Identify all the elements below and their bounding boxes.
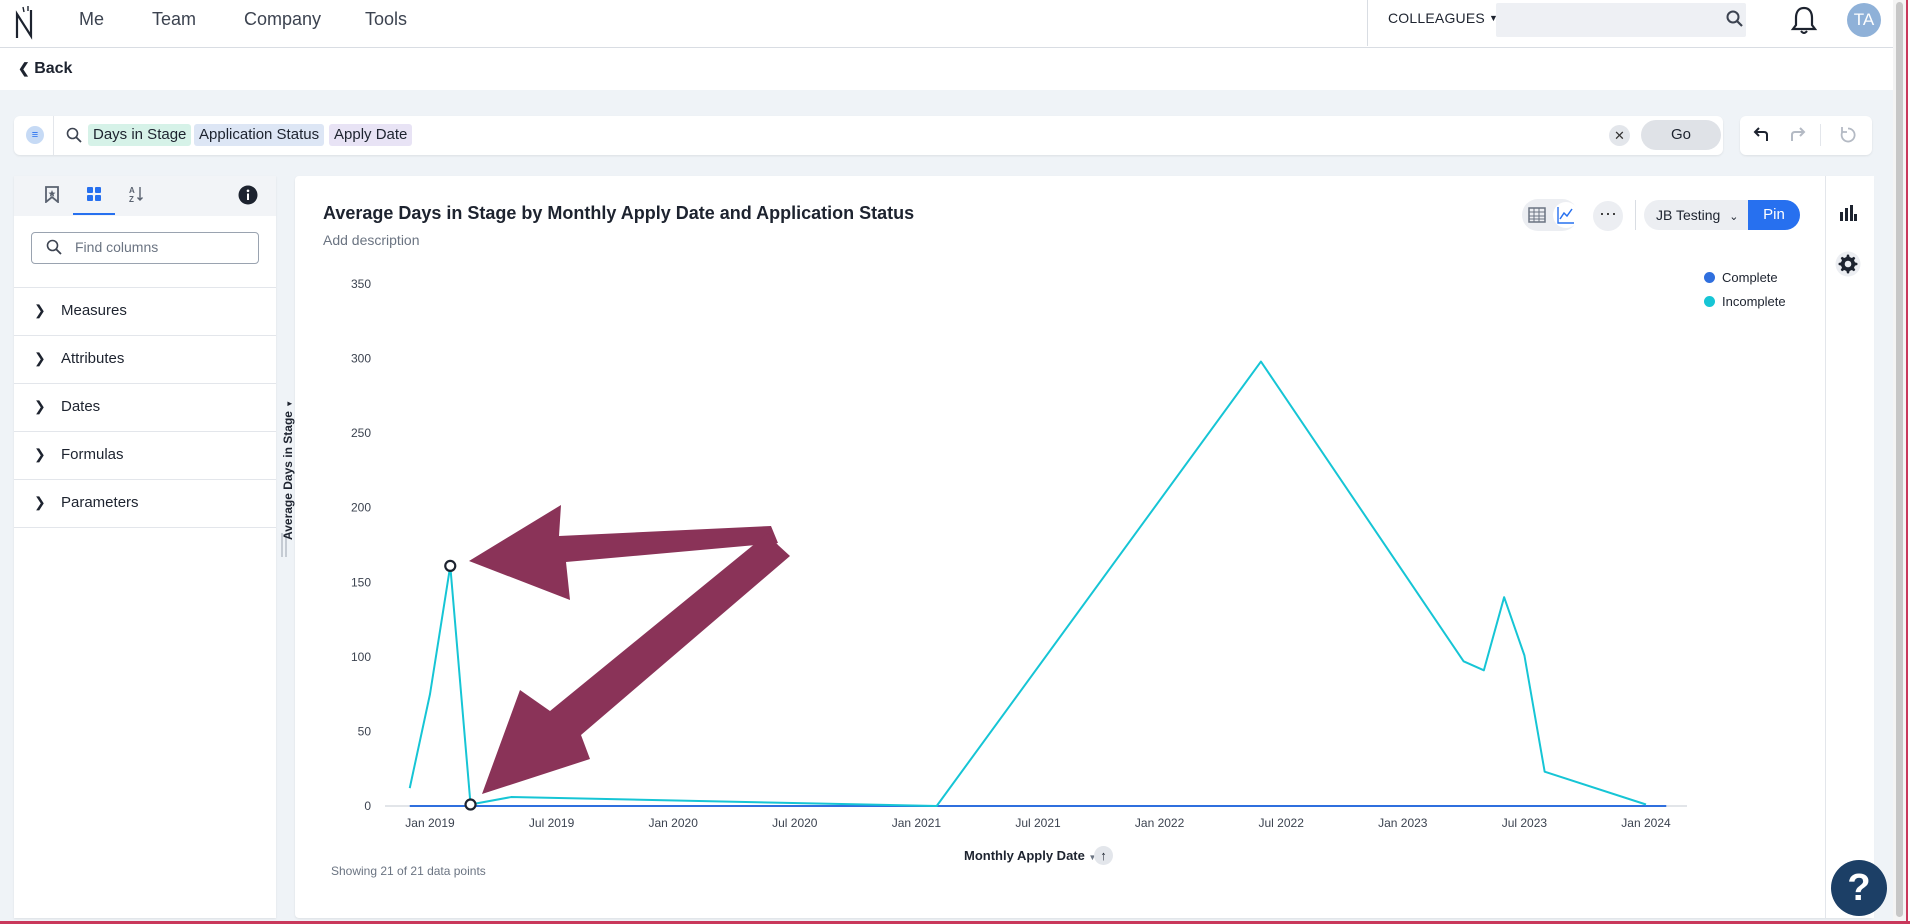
y-tick-label: 350 <box>351 277 371 291</box>
highlighted-point[interactable] <box>444 559 457 572</box>
question-icon: ? <box>1847 867 1871 909</box>
y-axis-title[interactable]: Average Days in Stage ▼ <box>281 390 295 540</box>
x-tick-label: Jan 2024 <box>1621 816 1671 830</box>
sort-button[interactable]: ↑ <box>1094 846 1113 865</box>
x-tick-label: Jul 2019 <box>529 816 575 830</box>
x-tick-label: Jul 2021 <box>1015 816 1061 830</box>
y-tick-label: 50 <box>358 724 372 738</box>
y-tick-label: 300 <box>351 352 371 366</box>
help-button[interactable]: ? <box>1831 860 1887 916</box>
y-axis-title-text: Average Days in Stage <box>281 411 295 540</box>
annotation-arrows <box>469 505 790 794</box>
y-tick-label: 100 <box>351 650 371 664</box>
x-tick-label: Jan 2021 <box>892 816 942 830</box>
x-tick-label: Jul 2022 <box>1259 816 1305 830</box>
y-tick-label: 200 <box>351 501 371 515</box>
x-tick-label: Jan 2019 <box>405 816 455 830</box>
x-axis-title[interactable]: Monthly Apply Date ▼ <box>964 848 1096 863</box>
y-tick-label: 0 <box>364 799 371 813</box>
data-points-count: Showing 21 of 21 data points <box>331 864 486 878</box>
caret-down-icon: ▼ <box>285 399 294 408</box>
x-tick-label: Jul 2023 <box>1502 816 1548 830</box>
x-tick-label: Jan 2020 <box>649 816 699 830</box>
x-tick-label: Jan 2023 <box>1378 816 1428 830</box>
arrow-up-icon: ↑ <box>1100 848 1107 863</box>
x-axis-title-text: Monthly Apply Date <box>964 848 1085 863</box>
window-border <box>1906 0 1908 924</box>
x-tick-label: Jul 2020 <box>772 816 818 830</box>
highlighted-point[interactable] <box>464 798 477 811</box>
scrollbar-thumb[interactable] <box>1896 2 1903 917</box>
series-line-incomplete <box>408 360 1647 807</box>
y-tick-label: 250 <box>351 426 371 440</box>
y-tick-label: 150 <box>351 575 371 589</box>
x-tick-label: Jan 2022 <box>1135 816 1185 830</box>
